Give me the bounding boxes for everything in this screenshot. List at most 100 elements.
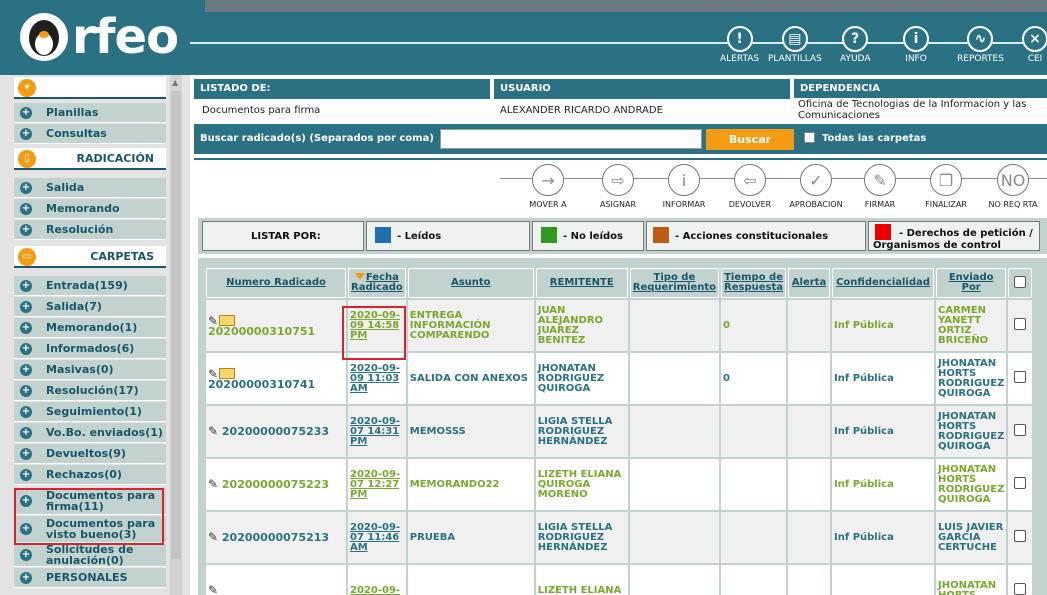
cell-fecha[interactable]: 2020-09-09 11:03 AM <box>348 353 406 404</box>
select-all-checkbox[interactable] <box>1014 275 1027 288</box>
radicado-number[interactable]: 20200000310741 <box>208 378 315 391</box>
edit-pencil-icon[interactable]: ✎ <box>208 530 218 544</box>
toolbar-asignar[interactable]: ⇨ ASIGNAR <box>588 164 648 209</box>
toolbar-no-req-rta[interactable]: NO NO REQ RTA <box>983 164 1043 209</box>
table-row[interactable]: ✎ 20200000075223 2020-09-07 12:27 PM MEMOR… <box>206 459 1033 510</box>
nav-info[interactable]: i INFO <box>903 26 929 64</box>
cell-numero[interactable]: ✎ 20200000075213 <box>206 512 346 563</box>
sidebar-item-carpeta-11[interactable]: + Documentos para visto bueno(3) <box>14 516 166 543</box>
cell-select[interactable] <box>1008 565 1033 595</box>
cell-fecha[interactable]: 2020-09-09 14:58 PM <box>348 300 406 351</box>
sidebar-item-carpeta-8[interactable]: + Devueltos(9) <box>14 444 166 464</box>
table-row[interactable]: ✎20200000310741 2020-09-09 11:03 AM SALIDA… <box>206 353 1033 404</box>
cell-fecha[interactable]: 2020-09-07 14:31 PM <box>348 406 406 457</box>
sidebar-item-resolucion[interactable]: + Resolución <box>14 220 166 240</box>
sidebar-item-planillas[interactable]: + Planillas <box>14 103 166 123</box>
cell-numero[interactable]: ✎20200000310741 <box>206 353 346 404</box>
cell-numero[interactable]: ✎ 20200000075233 <box>206 406 346 457</box>
cell-fecha[interactable]: 2020-09-07 11:46 AM <box>348 512 406 563</box>
column-header[interactable]: Enviado Por <box>936 268 1007 298</box>
column-header[interactable]: Tipo de Requerimiento <box>629 268 720 298</box>
date-link[interactable]: 2020-09-09 14:58 PM <box>350 310 400 341</box>
sidebar-item-carpeta-13[interactable]: + PERSONALES <box>14 568 166 588</box>
toolbar-devolver[interactable]: ⇦ DEVOLVER <box>720 164 780 209</box>
app-logo[interactable]: rfeo <box>20 8 179 66</box>
nav-reportes[interactable]: ∿ REPORTES <box>957 26 1004 64</box>
all-folders-checkbox[interactable] <box>804 132 815 143</box>
cell-select[interactable] <box>1008 512 1033 563</box>
sidebar-scrollbar[interactable]: ▲ <box>170 75 182 595</box>
sidebar-item-carpeta-9[interactable]: + Rechazos(0) <box>14 465 166 485</box>
row-checkbox[interactable] <box>1014 371 1027 383</box>
toolbar-finalizar[interactable]: ❐ FINALIZAR <box>916 164 976 209</box>
sidebar-item-carpeta-6[interactable]: + Seguimiento(1) <box>14 402 166 422</box>
date-link[interactable]: 2020-09-09 11:03 AM <box>350 363 400 394</box>
legend-read[interactable]: - Leídos <box>366 221 530 251</box>
table-row[interactable]: ✎ 20200000075213 2020-09-07 11:46 AM PRUEB… <box>206 512 1033 563</box>
nav-ayuda[interactable]: ? AYUDA <box>840 26 870 64</box>
legend-petition[interactable]: - Derechos de petición / Organismos de c… <box>868 221 1040 251</box>
legend-unread[interactable]: - No leídos <box>532 221 644 251</box>
cell-numero[interactable]: ✎20200000310751 <box>206 300 346 351</box>
cell-select[interactable] <box>1008 459 1033 510</box>
date-link[interactable]: 2020-09- <box>350 585 400 595</box>
sidebar-item-salida[interactable]: + Salida <box>14 178 166 198</box>
sidebar-item-carpeta-4[interactable]: + Masivas(0) <box>14 360 166 380</box>
cell-select[interactable] <box>1008 300 1033 351</box>
column-header[interactable]: REMITENTE <box>535 268 628 298</box>
toolbar-mover-a[interactable]: → MOVER A <box>518 164 578 209</box>
legend-constitutional[interactable]: - Acciones constitucionales <box>646 221 866 251</box>
cell-numero[interactable]: ✎ 20200000075223 <box>206 459 346 510</box>
table-row[interactable]: ✎20200000310751 2020-09-09 14:58 PM ENTREG… <box>206 300 1033 351</box>
row-checkbox[interactable] <box>1014 318 1027 330</box>
edit-pencil-icon[interactable]: ✎ <box>208 477 218 491</box>
cell-select[interactable] <box>1008 353 1033 404</box>
cell-numero[interactable]: ✎ <box>206 565 346 595</box>
search-button[interactable]: Buscar <box>706 129 794 150</box>
cell-fecha[interactable]: 2020-09-07 12:27 PM <box>348 459 406 510</box>
sidebar-section-carpetas[interactable]: ▭ CARPETAS <box>14 246 166 268</box>
date-link[interactable]: 2020-09-07 14:31 PM <box>350 416 400 447</box>
sidebar-section-menu[interactable]: ▾ <box>14 77 166 99</box>
nav-cei[interactable]: × CEI <box>1022 26 1047 64</box>
toolbar-informar[interactable]: i INFORMAR <box>654 164 714 209</box>
edit-pencil-icon[interactable]: ✎ <box>208 424 218 438</box>
column-header[interactable]: Confidencialidad <box>832 268 935 298</box>
table-row[interactable]: ✎ 20200000075233 2020-09-07 14:31 PM MEMOS… <box>206 406 1033 457</box>
radicado-number[interactable]: 20200000310751 <box>208 325 315 338</box>
sidebar-item-carpeta-5[interactable]: + Resolución(17) <box>14 381 166 401</box>
sidebar-item-carpeta-10[interactable]: + Documentos para firma(11) <box>14 488 166 515</box>
sidebar-section-radicacion[interactable]: ▯ RADICACIÓN <box>14 148 166 170</box>
nav-alertas[interactable]: ! ALERTAS <box>720 26 759 64</box>
row-checkbox[interactable] <box>1014 477 1027 489</box>
sidebar-item-carpeta-3[interactable]: + Informados(6) <box>14 339 166 359</box>
nav-plantillas[interactable]: ▤ PLANTILLAS <box>768 26 822 64</box>
sidebar-item-carpeta-0[interactable]: + Entrada(159) <box>14 276 166 296</box>
scrollbar-thumb[interactable] <box>171 91 181 559</box>
select-all-header[interactable] <box>1008 268 1033 298</box>
radicado-number[interactable]: 20200000075233 <box>222 425 329 438</box>
table-row[interactable]: ✎ 2020-09- LIZETH ELIANA JHONATAN HORTS <box>206 565 1033 595</box>
sidebar-item-carpeta-1[interactable]: + Salida(7) <box>14 297 166 317</box>
row-checkbox[interactable] <box>1014 424 1027 436</box>
cell-select[interactable] <box>1008 406 1033 457</box>
row-checkbox[interactable] <box>1014 530 1027 542</box>
scroll-up-icon[interactable]: ▲ <box>172 78 178 87</box>
radicado-number[interactable]: 20200000075223 <box>222 478 329 491</box>
date-link[interactable]: 2020-09-07 12:27 PM <box>350 469 400 500</box>
column-header[interactable]: Tiempo de Respuesta <box>721 268 787 298</box>
column-header[interactable]: Alerta <box>788 268 831 298</box>
column-header[interactable]: Asunto <box>407 268 534 298</box>
sidebar-item-carpeta-7[interactable]: + Vo.Bo. enviados(1) <box>14 423 166 443</box>
toolbar-firmar[interactable]: ✎ FIRMAR <box>850 164 910 209</box>
row-checkbox[interactable] <box>1014 583 1027 595</box>
radicado-number[interactable]: 20200000075213 <box>222 531 329 544</box>
sidebar-item-consultas[interactable]: + Consultas <box>14 124 166 144</box>
column-header[interactable]: Numero Radicado <box>206 268 346 298</box>
sidebar-item-carpeta-12[interactable]: + Solicitudes de anulación(0) <box>14 544 166 567</box>
column-header[interactable]: Fecha Radicado <box>348 268 406 298</box>
cell-fecha[interactable]: 2020-09- <box>348 565 406 595</box>
sidebar-item-memorando[interactable]: + Memorando <box>14 199 166 219</box>
edit-pencil-icon[interactable]: ✎ <box>208 583 218 595</box>
search-input[interactable] <box>440 129 702 149</box>
